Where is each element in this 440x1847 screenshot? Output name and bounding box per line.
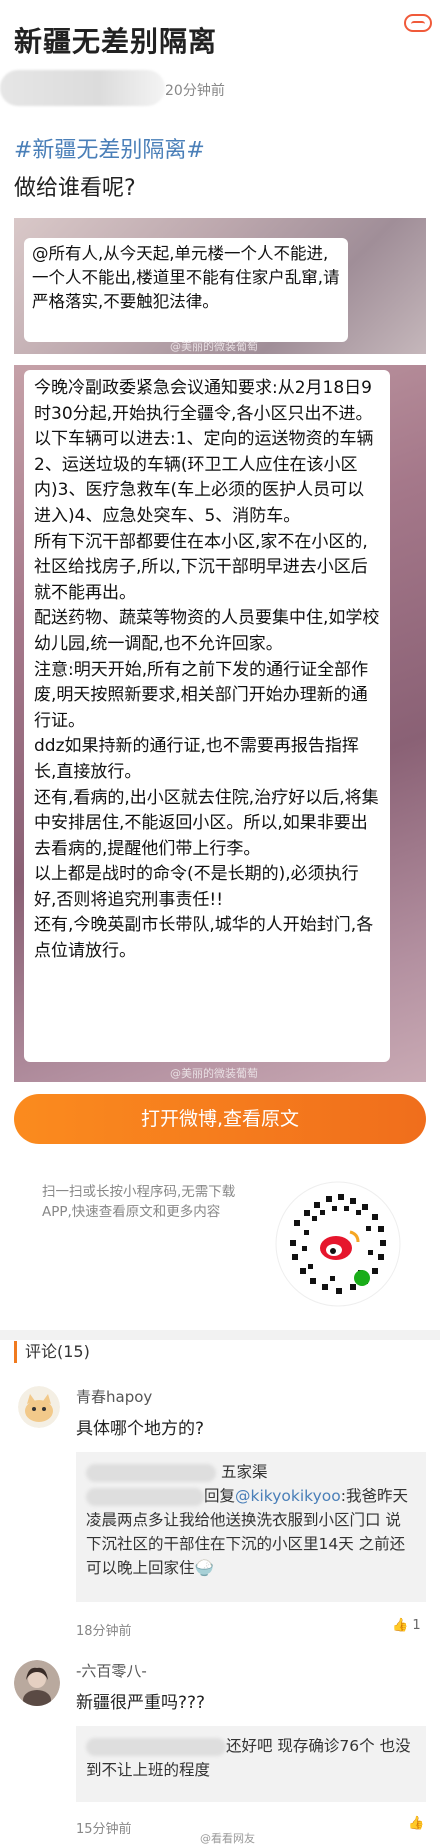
image2-paragraph: 注意:明天开始,所有之前下发的通行证全部作废,明天按照新要求,相关部门开始办理新… <box>34 659 369 731</box>
image2-paragraph: 配送药物、蔬菜等物资的人员要集中住,如学校幼儿园,统一调配,也不允许回家。 <box>34 608 380 654</box>
image2-paragraph: ddz如果持新的通行证,也不需要再报告指挥长,直接放行。 <box>34 736 359 782</box>
close-icon[interactable] <box>404 14 432 32</box>
open-weibo-button[interactable]: 打开微博,查看原文 <box>14 1094 426 1144</box>
comment-time: 18分钟前 <box>76 1624 132 1639</box>
reply-body: 回复@kikyokikyoo:我爸昨天凌晨两点多让我给他送换洗衣服到小区门口 说… <box>86 1484 416 1580</box>
blurred-reply-username <box>86 1737 226 1756</box>
comment-text: 具体哪个地方的? <box>76 1419 205 1439</box>
post-text: 做给谁看呢? <box>14 176 136 201</box>
comment-username[interactable]: 青春hapoy <box>76 1386 152 1407</box>
image2-paragraph: 还有,看病的,出小区就去住院,治疗好以后,将集中安排居住,不能返回小区。所以,如… <box>34 787 379 859</box>
section-divider <box>0 1330 440 1340</box>
image2-paragraph: 以下车辆可以进去:1、定向的运送物资的车辆2、运送垃圾的车辆(环卫工人应住在该小… <box>34 429 374 526</box>
reply-username-suffix: 五家渠 <box>220 1463 268 1481</box>
weibo-post-card: 新疆无差别隔离 20分钟前 #新疆无差别隔离# 做给谁看呢? @所有人,从今天起… <box>0 0 440 1847</box>
avatar-cat-icon[interactable] <box>18 1386 60 1428</box>
image2-paragraph: 还有,今晚英副市长带队,城华的人开始封门,各点位请放行。 <box>34 915 374 962</box>
blurred-reply-username-2 <box>86 1487 204 1506</box>
image2-paragraph: 以上都是战时的命令(不是长期的),必须执行好,否则将追究刑事责任!! <box>34 864 359 910</box>
like-button[interactable]: 👍 <box>408 1816 424 1831</box>
reply-header: 五家渠 <box>86 1460 416 1484</box>
like-button[interactable]: 👍 1 <box>392 1618 421 1633</box>
topic-hashtag-link[interactable]: #新疆无差别隔离# <box>14 132 205 164</box>
comment-reply-box[interactable]: 五家渠 回复@kikyokikyoo:我爸昨天凌晨两点多让我给他送换洗衣服到小区… <box>76 1452 426 1602</box>
reply-mention-link[interactable]: @kikyokikyoo <box>235 1487 341 1505</box>
avatar-photo-icon[interactable] <box>14 1660 60 1706</box>
post-title: 新疆无差别隔离 <box>14 25 218 58</box>
comment-text: 新疆很严重吗??? <box>76 1693 206 1713</box>
reply-prefix: 回复 <box>204 1487 236 1505</box>
post-time: 20分钟前 <box>165 83 225 99</box>
qr-code-icon[interactable] <box>274 1180 402 1308</box>
image2-paragraph: 所有下沉干部都要住在本小区,家不在小区的,社区给找房子,所以,下沉干部明早进去小… <box>34 531 368 603</box>
image2-watermark: @美丽的微装葡萄 <box>170 1067 258 1080</box>
image2-message: 今晚冷副政委紧急会议通知要求:从2月18日9时30分起,开始执行全疆令,各小区只… <box>24 370 390 1062</box>
comment-username[interactable]: -六百零八- <box>76 1660 147 1681</box>
bowl-emoji-icon: 🍚 <box>194 1559 214 1577</box>
image2-paragraph: 今晚冷副政委紧急会议通知要求:从2月18日9时30分起,开始执行全疆令,各小区只… <box>34 378 373 424</box>
comment-reply-box[interactable]: 还好吧 现存确诊76个 也没到不让上班的程度 <box>76 1726 426 1802</box>
scan-tip-text: 扫一扫或长按小程序码,无需下载APP,快速查看原文和更多内容 <box>42 1184 236 1220</box>
image1-message-text: @所有人,从今天起,单元楼一个人不能进,一个人不能出,楼道里不能有住家户乱窜,请… <box>24 238 348 342</box>
comment-time: 15分钟前 <box>76 1822 132 1837</box>
blurred-author-name <box>0 70 165 106</box>
like-count: 1 <box>412 1618 421 1633</box>
image1-watermark: @美丽的微装葡萄 <box>170 340 258 353</box>
post-header: 新疆无差别隔离 <box>0 0 440 80</box>
comments-header: 评论(15) <box>14 1341 90 1363</box>
thumbs-up-icon: 👍 <box>392 1618 409 1633</box>
thumbs-up-icon: 👍 <box>408 1816 425 1831</box>
bottom-watermark: @看看网友 <box>200 1832 255 1845</box>
blurred-reply-username <box>86 1463 216 1482</box>
